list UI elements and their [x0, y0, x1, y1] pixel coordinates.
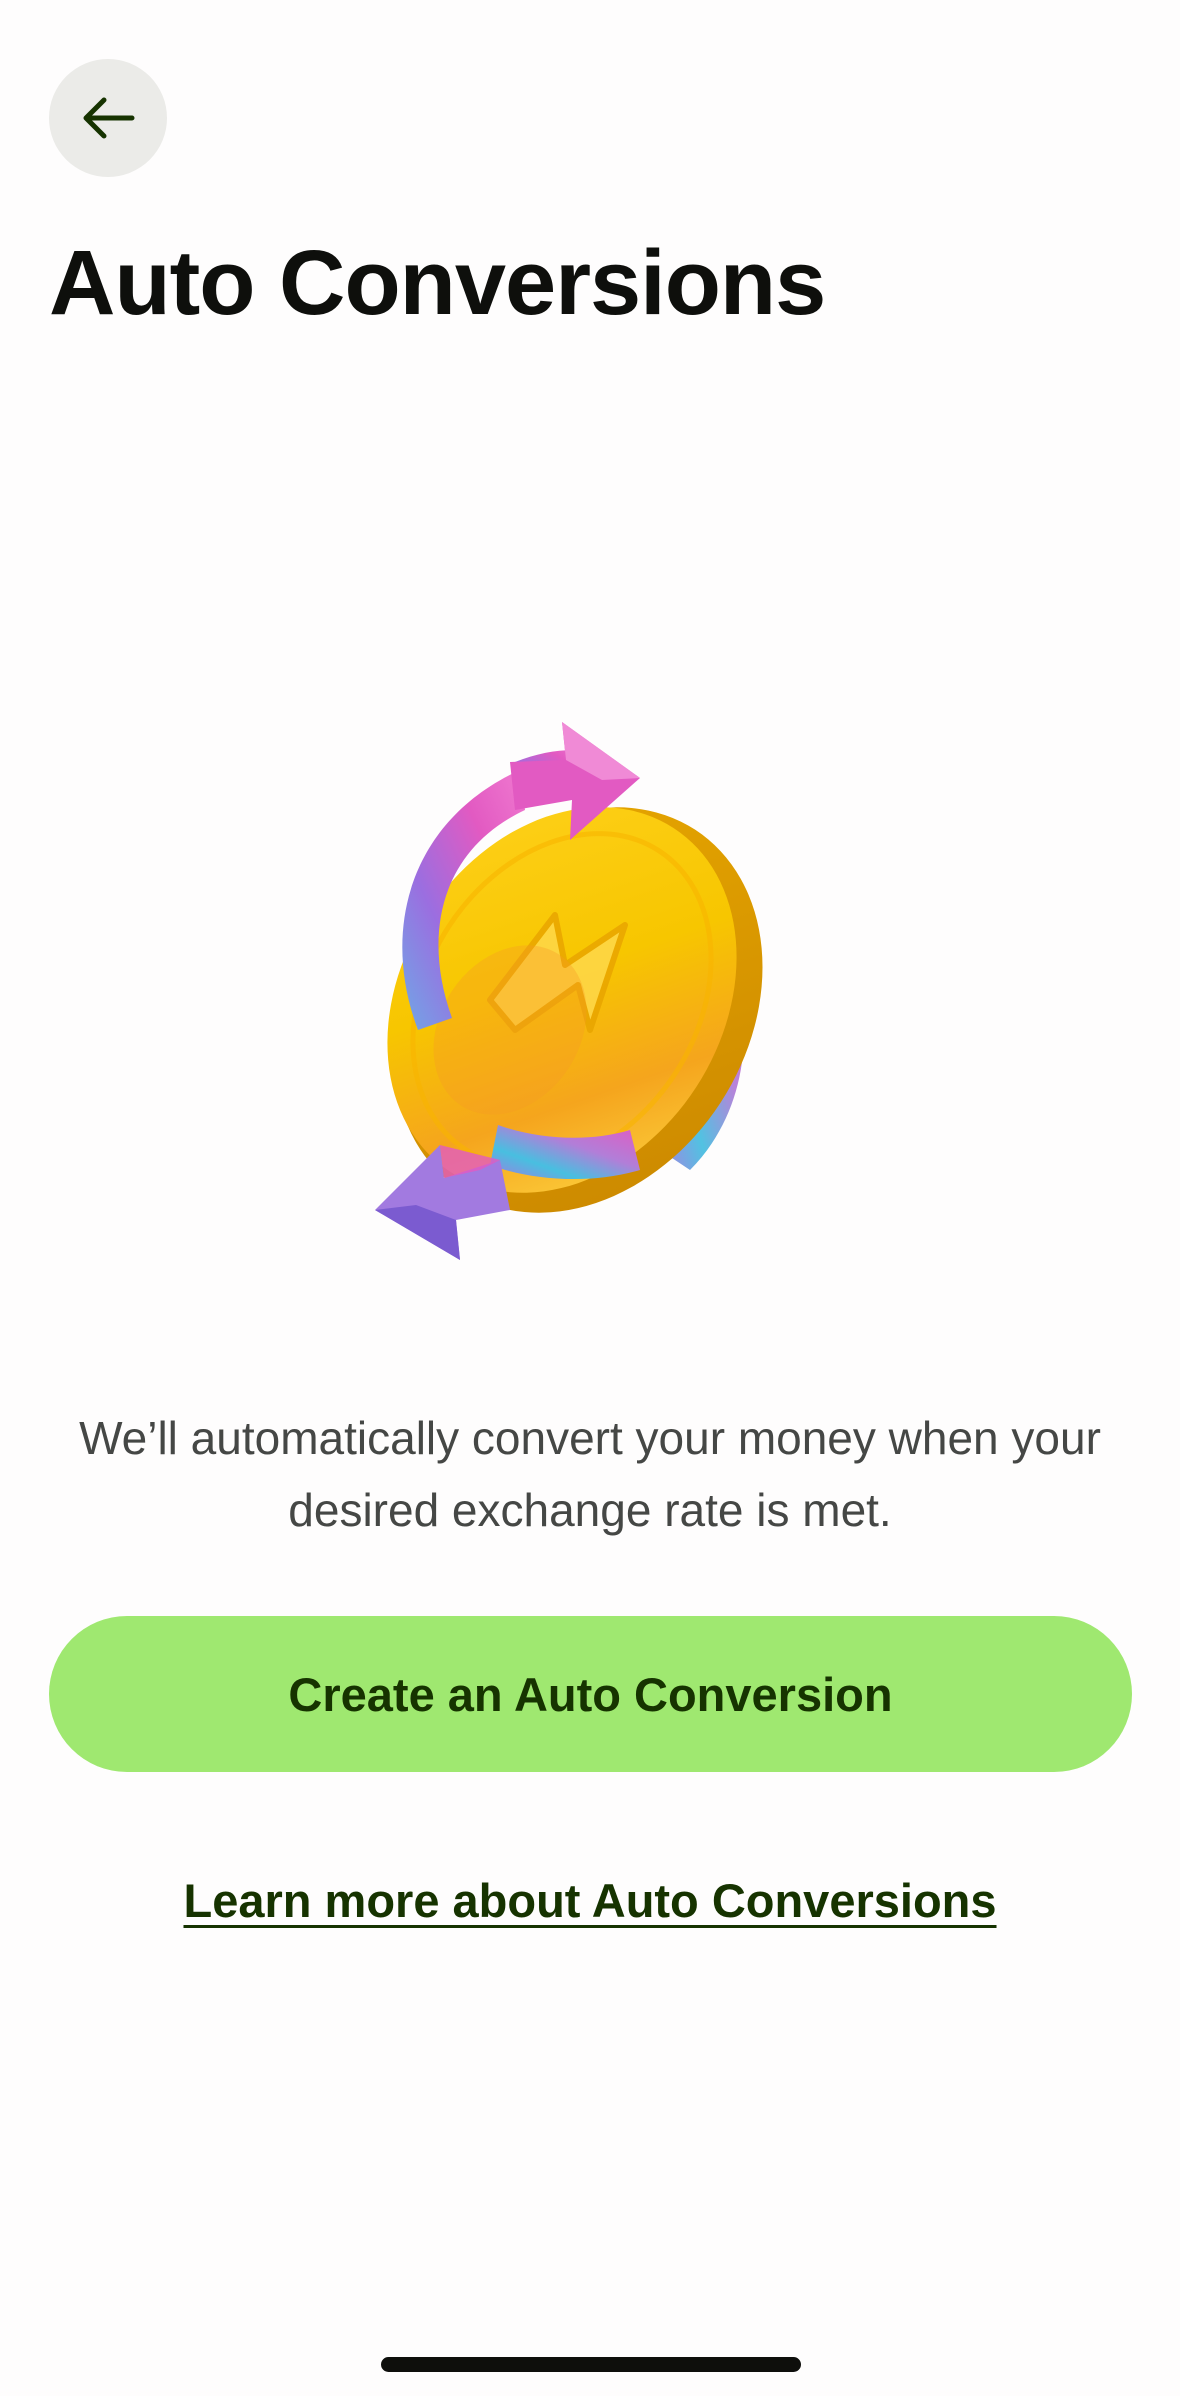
create-auto-conversion-button[interactable]: Create an Auto Conversion [49, 1616, 1132, 1772]
page-title: Auto Conversions [49, 232, 826, 334]
learn-more-link[interactable]: Learn more about Auto Conversions [0, 1866, 1180, 1936]
arrow-left-icon [80, 96, 136, 140]
back-button[interactable] [49, 59, 167, 177]
description-text: We’ll automatically convert your money w… [79, 1412, 1101, 1536]
home-indicator[interactable] [381, 2357, 801, 2372]
coin-conversion-illustration [340, 700, 820, 1300]
